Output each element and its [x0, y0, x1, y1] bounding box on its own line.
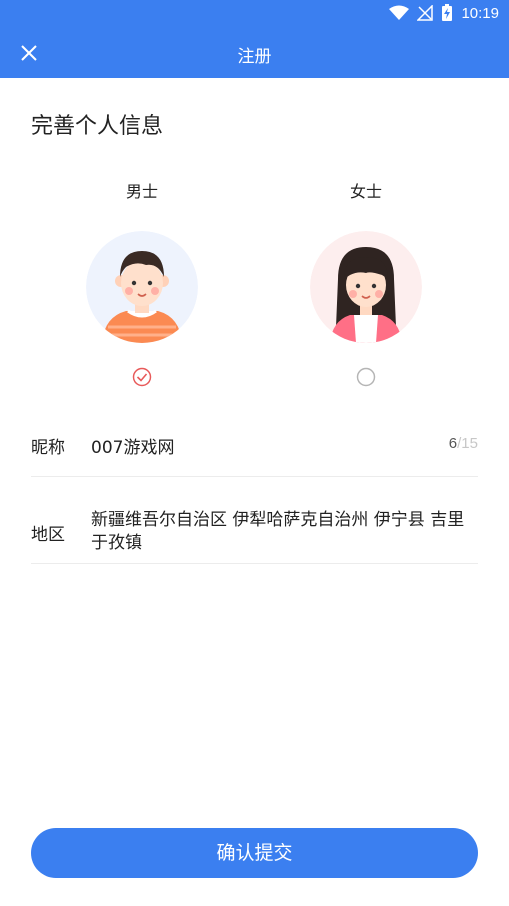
- app-title: 注册: [237, 47, 272, 67]
- check-circle-icon: [132, 367, 152, 387]
- gender-label-male: 男士: [125, 182, 158, 201]
- no-signal-icon: [417, 5, 434, 21]
- battery-charging-icon: [442, 4, 453, 21]
- nickname-input[interactable]: 007游戏网: [91, 433, 174, 458]
- app-bar: 注册: [0, 28, 509, 78]
- male-avatar[interactable]: [86, 231, 198, 343]
- nickname-count: 6: [448, 435, 458, 452]
- region-label: 地区: [31, 525, 65, 545]
- female-avatar-illustration: [310, 231, 422, 343]
- male-avatar-illustration: [86, 231, 198, 343]
- nickname-max: /15: [457, 435, 478, 452]
- region-row[interactable]: 地区 新疆维吾尔自治区 伊犁哈萨克自治州 伊宁县 吉里于孜镇: [31, 490, 478, 564]
- empty-circle-icon: [356, 367, 376, 387]
- submit-button[interactable]: 确认提交: [31, 828, 478, 878]
- status-bar: 10:19: [0, 0, 509, 28]
- status-time: 10:19: [461, 4, 499, 22]
- status-icons: 10:19: [389, 4, 499, 22]
- gender-option-male[interactable]: 男士: [72, 180, 212, 387]
- nickname-label: 昵称: [31, 438, 65, 458]
- female-radio-unchecked[interactable]: [356, 367, 376, 387]
- wifi-icon: [389, 5, 410, 20]
- gender-label-female: 女士: [349, 182, 382, 201]
- female-avatar[interactable]: [310, 231, 422, 343]
- page-title: 完善个人信息: [31, 114, 164, 139]
- nickname-row[interactable]: 昵称 007游戏网 6/15: [31, 414, 478, 477]
- nickname-counter: 6/15: [449, 435, 478, 452]
- male-radio-checked[interactable]: [132, 367, 152, 387]
- gender-option-female[interactable]: 女士: [296, 180, 436, 387]
- region-value[interactable]: 新疆维吾尔自治区 伊犁哈萨克自治州 伊宁县 吉里于孜镇: [91, 509, 481, 555]
